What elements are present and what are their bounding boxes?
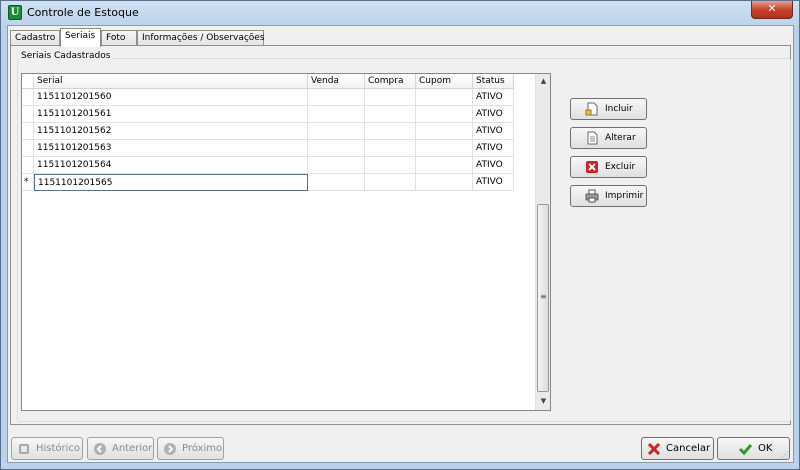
dialog-client-area: Cadastro Seriais Foto Informações / Obse… xyxy=(7,25,794,463)
incluir-button[interactable]: Incluir xyxy=(570,98,647,120)
cell-cupom[interactable] xyxy=(416,174,473,191)
close-button[interactable]: ✕ xyxy=(751,1,793,19)
main-window: U Controle de Estoque ✕ Cadastro Seriais… xyxy=(0,0,800,470)
cell-status[interactable]: ATIVO xyxy=(473,89,514,106)
back-arrow-icon xyxy=(94,443,106,455)
cell-compra[interactable] xyxy=(365,106,416,123)
new-row-indicator: * xyxy=(22,174,34,191)
cell-compra[interactable] xyxy=(365,157,416,174)
scroll-down-arrow[interactable]: ▼ xyxy=(536,394,550,409)
cell-serial[interactable]: 1151101201561 xyxy=(34,106,308,123)
seriais-tab-panel: Seriais Cadastrados Serial Venda Compra … xyxy=(10,45,791,425)
forward-arrow-icon xyxy=(164,443,176,455)
delete-icon xyxy=(586,161,598,173)
proximo-button[interactable]: Próximo xyxy=(157,437,224,460)
row-indicator xyxy=(22,106,34,123)
imprimir-button[interactable]: Imprimir xyxy=(570,185,647,207)
groupbox-label: Seriais Cadastrados xyxy=(19,51,113,61)
header-indicator xyxy=(22,74,34,89)
scroll-thumb[interactable]: ≡ xyxy=(537,204,549,392)
cell-venda[interactable] xyxy=(308,157,365,174)
table-row-new[interactable]: * 1151101201565 ATIVO xyxy=(22,174,514,191)
anterior-button[interactable]: Anterior xyxy=(87,437,154,460)
row-indicator xyxy=(22,140,34,157)
column-header-compra[interactable]: Compra xyxy=(365,74,416,89)
cell-cupom[interactable] xyxy=(416,157,473,174)
table-row[interactable]: 1151101201561 ATIVO xyxy=(22,106,514,123)
cell-venda[interactable] xyxy=(308,140,365,157)
new-document-icon xyxy=(585,102,598,116)
cell-venda[interactable] xyxy=(308,89,365,106)
vertical-scrollbar[interactable]: ▲ ≡ ▼ xyxy=(535,74,550,410)
cancelar-label: Cancelar xyxy=(666,443,711,454)
cell-serial[interactable]: 1151101201562 xyxy=(34,123,308,140)
historico-label: Histórico xyxy=(36,443,81,454)
cell-status[interactable]: ATIVO xyxy=(473,140,514,157)
app-icon: U xyxy=(8,5,22,20)
red-x-icon xyxy=(647,442,661,456)
scroll-up-arrow[interactable]: ▲ xyxy=(536,74,550,89)
cell-status[interactable]: ATIVO xyxy=(473,174,514,191)
table-row[interactable]: 1151101201563 ATIVO xyxy=(22,140,514,157)
cell-compra[interactable] xyxy=(365,174,416,191)
cell-serial-editor[interactable]: 1151101201565 xyxy=(34,174,308,191)
historico-button[interactable]: Histórico xyxy=(11,437,83,460)
ok-label: OK xyxy=(758,443,773,454)
table-row[interactable]: 1151101201560 ATIVO xyxy=(22,89,514,106)
cell-serial[interactable]: 1151101201563 xyxy=(34,140,308,157)
history-icon xyxy=(19,444,29,454)
excluir-label: Excluir xyxy=(605,162,636,172)
cell-status[interactable]: ATIVO xyxy=(473,123,514,140)
tab-seriais[interactable]: Seriais xyxy=(60,28,101,47)
cell-status[interactable]: ATIVO xyxy=(473,157,514,174)
cell-serial[interactable]: 1151101201564 xyxy=(34,157,308,174)
printer-icon xyxy=(585,189,599,203)
cell-cupom[interactable] xyxy=(416,123,473,140)
ok-button[interactable]: OK xyxy=(717,437,790,460)
grid-header: Serial Venda Compra Cupom Status xyxy=(22,74,514,89)
cell-status[interactable]: ATIVO xyxy=(473,106,514,123)
cell-compra[interactable] xyxy=(365,89,416,106)
cell-cupom[interactable] xyxy=(416,140,473,157)
alterar-label: Alterar xyxy=(605,133,636,143)
cell-venda[interactable] xyxy=(308,174,365,191)
tab-informacoes-observacoes[interactable]: Informações / Observações xyxy=(137,30,265,46)
cell-venda[interactable] xyxy=(308,106,365,123)
cell-cupom[interactable] xyxy=(416,106,473,123)
proximo-label: Próximo xyxy=(182,443,223,454)
table-row[interactable]: 1151101201562 ATIVO xyxy=(22,123,514,140)
edit-document-icon xyxy=(587,131,598,145)
cancelar-button[interactable]: Cancelar xyxy=(641,437,714,460)
column-header-venda[interactable]: Venda xyxy=(308,74,365,89)
cell-compra[interactable] xyxy=(365,140,416,157)
excluir-button[interactable]: Excluir xyxy=(570,156,647,178)
anterior-label: Anterior xyxy=(112,443,153,454)
imprimir-label: Imprimir xyxy=(605,191,644,201)
incluir-label: Incluir xyxy=(605,104,633,114)
row-indicator xyxy=(22,123,34,140)
window-title: Controle de Estoque xyxy=(27,6,139,19)
tab-foto[interactable]: Foto xyxy=(101,30,137,46)
title-bar[interactable]: U Controle de Estoque ✕ xyxy=(1,1,799,25)
scroll-grip-icon: ≡ xyxy=(540,292,547,301)
row-indicator xyxy=(22,157,34,174)
cell-serial[interactable]: 1151101201560 xyxy=(34,89,308,106)
tab-cadastro[interactable]: Cadastro xyxy=(10,30,60,46)
cell-cupom[interactable] xyxy=(416,89,473,106)
resize-grip-icon[interactable]: ⋰ xyxy=(781,450,791,460)
table-row[interactable]: 1151101201564 ATIVO xyxy=(22,157,514,174)
serials-grid[interactable]: Serial Venda Compra Cupom Status 1151101… xyxy=(21,73,551,411)
row-indicator xyxy=(22,89,34,106)
column-header-cupom[interactable]: Cupom xyxy=(416,74,473,89)
column-header-serial[interactable]: Serial xyxy=(34,74,308,89)
column-header-status[interactable]: Status xyxy=(473,74,514,89)
cell-compra[interactable] xyxy=(365,123,416,140)
green-check-icon xyxy=(738,444,752,456)
cell-venda[interactable] xyxy=(308,123,365,140)
alterar-button[interactable]: Alterar xyxy=(570,127,647,149)
